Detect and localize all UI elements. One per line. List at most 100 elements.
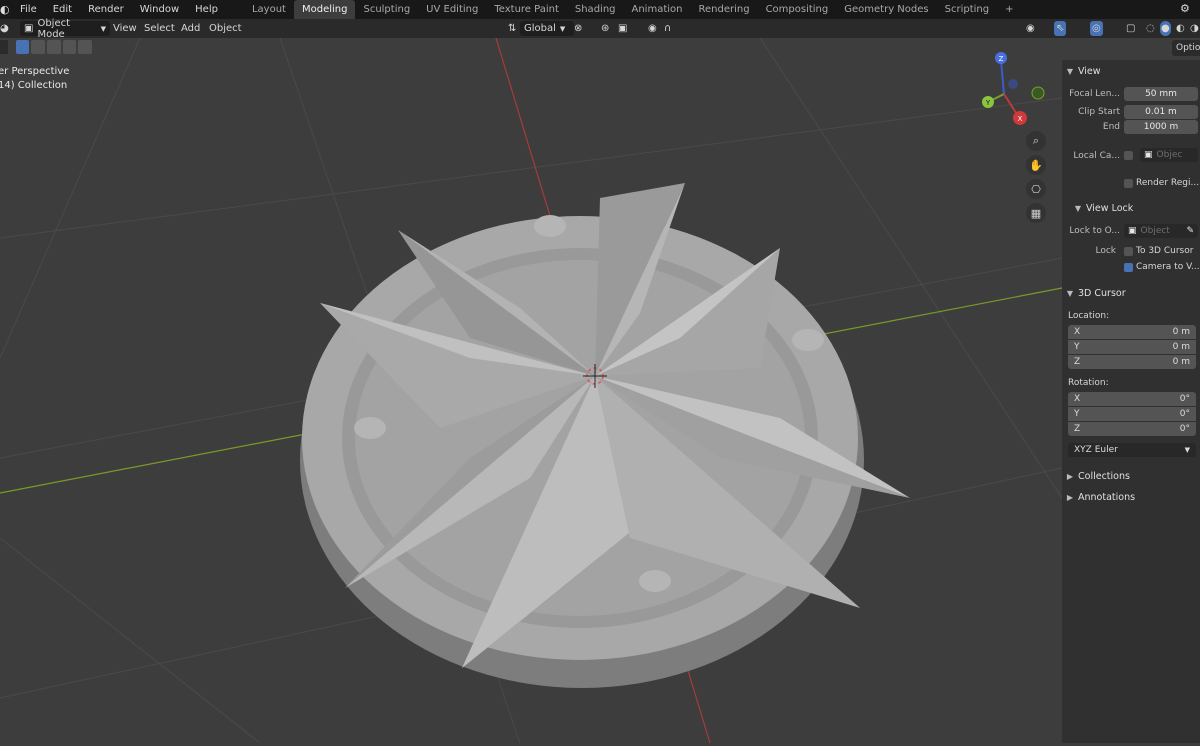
add-workspace-button[interactable]: + xyxy=(997,0,1021,19)
local-camera-placeholder: Objec xyxy=(1156,150,1183,160)
menu-window[interactable]: Window xyxy=(132,0,187,19)
local-camera-checkbox[interactable] xyxy=(1124,151,1133,160)
cursor-rotation-y-field[interactable]: Y 0° xyxy=(1068,407,1196,421)
menu-view[interactable]: View xyxy=(113,21,137,36)
3d-viewport[interactable]: Z Y X er Perspective 14) Collection ⌕ ✋ … xyxy=(0,37,1063,744)
location-x-value: 0 m xyxy=(1172,327,1190,337)
viewport-header: ◕ ▣ Object Mode ▼ View Select Add Object… xyxy=(0,18,1200,40)
chevron-down-icon: ▼ xyxy=(1066,66,1074,76)
camera-view-icon[interactable]: ⎔ xyxy=(1026,179,1046,199)
cursor-rotation-z-field[interactable]: Z 0° xyxy=(1068,422,1196,436)
gizmo-toggle-icon[interactable]: ⇖ xyxy=(1054,21,1067,36)
lock-label: Lock xyxy=(1095,246,1116,256)
clip-end-field[interactable]: 1000 m xyxy=(1124,120,1198,134)
annotations-title: Annotations xyxy=(1078,491,1136,503)
snap-icon[interactable]: ⊛ xyxy=(601,21,609,36)
lock-to-object-field[interactable]: ▣ Object ✎ xyxy=(1124,224,1198,238)
snap-target-icon[interactable]: ▣ xyxy=(618,21,627,36)
editor-type-icon[interactable]: ◕ xyxy=(0,21,9,36)
wireframe-shading-icon[interactable]: ◌ xyxy=(1146,21,1155,36)
mode-label: Object Mode xyxy=(37,17,71,40)
menu-file[interactable]: File xyxy=(12,0,45,19)
lock-to-object-label: Lock to O... xyxy=(1069,226,1120,236)
tab-scripting[interactable]: Scripting xyxy=(937,0,997,19)
rendered-shading-icon[interactable]: ◑ xyxy=(1190,21,1199,36)
solid-shading-icon[interactable]: ● xyxy=(1160,21,1171,36)
tab-geometry-nodes[interactable]: Geometry Nodes xyxy=(836,0,936,19)
object-mode-icon: ▣ xyxy=(24,23,34,34)
lock-to-3d-cursor-checkbox[interactable] xyxy=(1124,247,1133,256)
cursor-location-z-field[interactable]: Z 0 m xyxy=(1068,355,1196,369)
location-z-value: 0 m xyxy=(1172,357,1190,367)
tab-shading[interactable]: Shading xyxy=(567,0,624,19)
tab-sculpting[interactable]: Sculpting xyxy=(355,0,418,19)
emblem-model[interactable] xyxy=(300,183,910,688)
lock-to-3d-cursor-label: To 3D Cursor xyxy=(1136,246,1194,256)
overlays-toggle-icon[interactable]: ◎ xyxy=(1090,21,1103,36)
object-icon: ▣ xyxy=(1128,226,1137,236)
scene-icon[interactable]: ⚙ xyxy=(1180,2,1190,15)
axis-x-label: X xyxy=(1074,394,1081,404)
axis-z-label: Z xyxy=(1074,424,1081,434)
proportional-edit-icon[interactable]: ◉ xyxy=(648,21,657,36)
chevron-right-icon: ▶ xyxy=(1066,492,1074,502)
options-tab[interactable]: Optio xyxy=(1172,40,1200,56)
camera-to-view-checkbox[interactable] xyxy=(1124,263,1133,272)
location-label: Location: xyxy=(1068,311,1110,321)
menu-help[interactable]: Help xyxy=(187,0,226,19)
view-lock-panel-header[interactable]: ▼ View Lock xyxy=(1070,199,1133,217)
object-icon: ▣ xyxy=(1144,150,1153,160)
clip-end-label: End xyxy=(1102,122,1120,132)
xray-toggle-icon[interactable]: ▢ xyxy=(1126,21,1135,36)
3d-cursor-title: 3D Cursor xyxy=(1078,287,1126,299)
menu-object[interactable]: Object xyxy=(209,21,242,36)
falloff-icon[interactable]: ∩ xyxy=(664,21,671,36)
axis-x-label: X xyxy=(1074,327,1081,337)
sidebar-npanel: ▼ View Focal Len... 50 mm Clip Start 0.0… xyxy=(1062,60,1200,743)
navigation-gizmo[interactable]: Z Y X xyxy=(982,52,1045,125)
tab-rendering[interactable]: Rendering xyxy=(690,0,757,19)
tab-uv-editing[interactable]: UV Editing xyxy=(418,0,486,19)
cursor-location-y-field[interactable]: Y 0 m xyxy=(1068,340,1196,354)
perspective-toggle-icon[interactable]: ▦ xyxy=(1026,203,1046,223)
tab-modeling[interactable]: Modeling xyxy=(293,0,356,19)
tab-animation[interactable]: Animation xyxy=(624,0,691,19)
menu-edit[interactable]: Edit xyxy=(45,0,80,19)
tab-compositing[interactable]: Compositing xyxy=(758,0,837,19)
focal-length-label: Focal Len... xyxy=(1069,89,1120,99)
lock-to-object-placeholder: Object xyxy=(1140,226,1170,236)
zoom-icon[interactable]: ⌕ xyxy=(1026,131,1046,151)
annotations-panel-header[interactable]: ▶ Annotations xyxy=(1062,488,1135,506)
local-camera-field[interactable]: ▣ Objec xyxy=(1140,148,1198,162)
menu-select[interactable]: Select xyxy=(144,21,175,36)
pan-hand-icon[interactable]: ✋ xyxy=(1026,155,1046,175)
menu-render[interactable]: Render xyxy=(80,0,132,19)
collection-label: 14) Collection xyxy=(0,80,68,91)
collections-panel-header[interactable]: ▶ Collections xyxy=(1062,467,1130,485)
tab-texture-paint[interactable]: Texture Paint xyxy=(486,0,567,19)
material-shading-icon[interactable]: ◐ xyxy=(1176,21,1185,36)
viewport-scene: Z Y X xyxy=(0,37,1063,744)
view-panel-title: View xyxy=(1078,65,1101,77)
mode-dropdown[interactable]: ▣ Object Mode ▼ xyxy=(20,18,110,40)
rotation-mode-dropdown[interactable]: XYZ Euler ▼ xyxy=(1068,443,1196,457)
chevron-right-icon: ▶ xyxy=(1066,471,1074,481)
top-menu-bar: ◐ File Edit Render Window Help Layout Mo… xyxy=(0,0,1200,19)
eyedropper-icon[interactable]: ✎ xyxy=(1186,226,1194,236)
render-region-checkbox[interactable] xyxy=(1124,179,1133,188)
visibility-icon[interactable]: ◉ xyxy=(1026,21,1035,36)
focal-length-field[interactable]: 50 mm xyxy=(1124,87,1198,101)
tab-layout[interactable]: Layout xyxy=(244,0,294,19)
location-y-value: 0 m xyxy=(1172,342,1190,352)
blender-logo-icon[interactable]: ◐ xyxy=(0,0,12,19)
cursor-rotation-x-field[interactable]: X 0° xyxy=(1068,392,1196,406)
cursor-location-x-field[interactable]: X 0 m xyxy=(1068,325,1196,339)
pivot-point-icon[interactable]: ⊗ xyxy=(574,21,582,36)
clip-start-field[interactable]: 0.01 m xyxy=(1124,105,1198,119)
menu-add[interactable]: Add xyxy=(181,21,200,36)
orientation-dropdown[interactable]: Global ▼ xyxy=(520,21,574,36)
chevron-down-icon: ▼ xyxy=(1074,203,1082,213)
axis-y-label: Y xyxy=(1074,342,1080,352)
3d-cursor-panel-header[interactable]: ▼ 3D Cursor xyxy=(1062,284,1126,302)
view-panel-header[interactable]: ▼ View xyxy=(1062,62,1101,80)
